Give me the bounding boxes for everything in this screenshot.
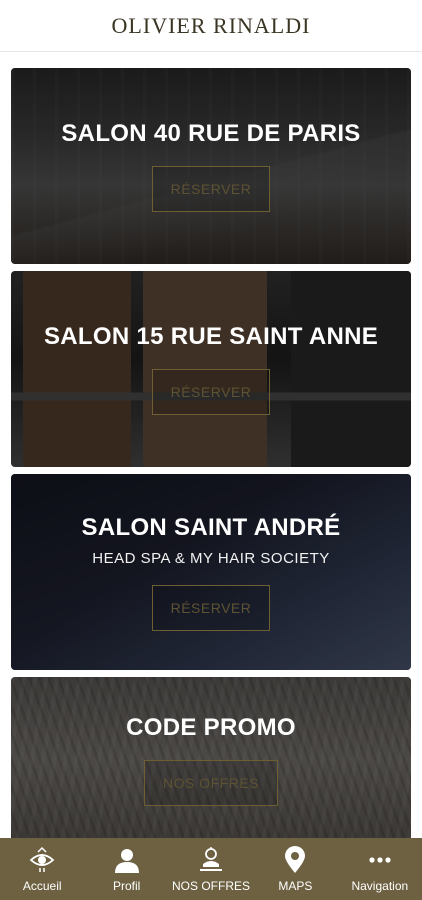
salon-card-saint-andre[interactable]: SALON SAINT ANDRÉ HEAD SPA & MY HAIR SOC… [11,474,411,670]
promo-card[interactable]: CODE PROMO NOS OFFRES [11,677,411,842]
tab-label: MAPS [278,879,313,893]
tab-profil[interactable]: Profil [84,838,168,900]
more-dots-icon [365,845,395,875]
card-title: SALON SAINT ANDRÉ [81,513,341,541]
tab-label: Navigation [351,879,409,893]
tab-label: NOS OFFRES [172,879,251,893]
card-title: CODE PROMO [126,713,296,741]
tab-nos-offres[interactable]: NOS OFFRES [169,838,253,900]
brand-title: OLIVIER RINALDI [111,12,311,38]
reserve-button[interactable]: RÉSERVER [151,584,271,631]
card-title: SALON 40 RUE DE PARIS [61,120,361,147]
bottom-tab-bar: Accueil Profil NOS OFFRES MAPS Navigatio… [0,838,422,900]
card-subtitle: HEAD SPA & MY HAIR SOCIETY [92,549,330,567]
tab-label: Accueil [22,879,62,893]
tab-navigation[interactable]: Navigation [338,838,422,900]
salon-card-saint-anne[interactable]: SALON 15 RUE SAINT ANNE RÉSERVER [11,271,411,467]
eye-icon [27,845,57,875]
reserve-button[interactable]: RÉSERVER [151,166,271,212]
offers-button[interactable]: NOS OFFRES [143,759,278,806]
tab-maps[interactable]: MAPS [253,838,337,900]
offers-icon [196,845,226,875]
salon-card-paris[interactable]: SALON 40 RUE DE PARIS RÉSERVER [11,68,411,264]
user-icon [112,845,142,875]
map-pin-icon [280,845,310,875]
card-title: SALON 15 RUE SAINT ANNE [43,323,379,350]
reserve-button[interactable]: RÉSERVER [151,369,271,415]
app-header: OLIVIER RINALDI [0,0,422,52]
tab-label: Profil [112,879,141,893]
tab-accueil[interactable]: Accueil [0,838,84,900]
